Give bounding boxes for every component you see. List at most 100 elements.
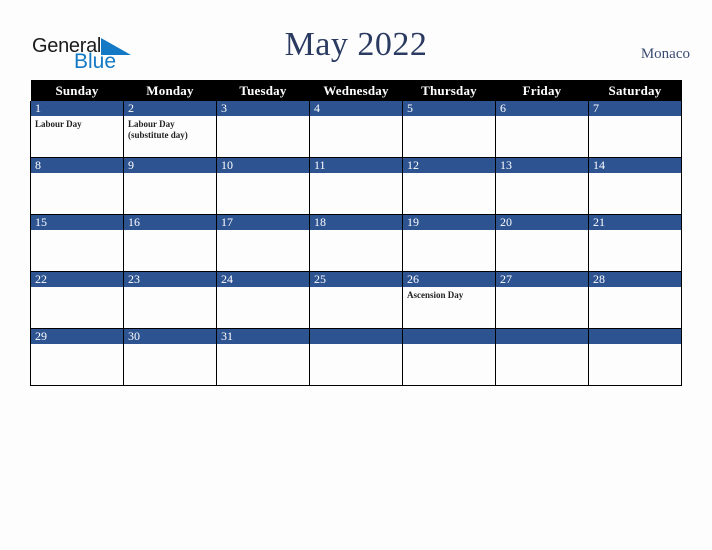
calendar-day-cell[interactable]: 11: [309, 157, 403, 215]
weekday-header-monday: Monday: [123, 80, 217, 101]
calendar-day-cell[interactable]: 29: [30, 328, 124, 386]
calendar-week-row: 1 Labour Day 2 Labour Day (substitute day) 3 4…: [30, 101, 682, 158]
day-events: Labour Day (substitute day): [124, 116, 216, 141]
day-cell-inner: 17: [217, 215, 309, 271]
day-number: 5: [403, 101, 495, 116]
day-events: Ascension Day: [403, 287, 495, 301]
day-number: 18: [310, 215, 402, 230]
calendar-day-cell[interactable]: 30: [123, 328, 217, 386]
calendar-day-cell[interactable]: 9: [123, 157, 217, 215]
day-cell-inner: 28: [589, 272, 681, 328]
day-number: 6: [496, 101, 588, 116]
day-number: 27: [496, 272, 588, 287]
calendar-day-cell[interactable]: 12: [402, 157, 496, 215]
day-number: 12: [403, 158, 495, 173]
calendar-day-cell[interactable]: [309, 328, 403, 386]
calendar-day-cell[interactable]: 22: [30, 271, 124, 329]
weekday-header-tuesday: Tuesday: [216, 80, 310, 101]
day-cell-inner: 27: [496, 272, 588, 328]
event-label: Labour Day: [35, 119, 82, 129]
calendar-day-cell[interactable]: 17: [216, 214, 310, 272]
calendar-day-cell[interactable]: 1 Labour Day: [30, 101, 124, 158]
day-number: 29: [31, 329, 123, 344]
day-number: 2: [124, 101, 216, 116]
day-cell-inner: 8: [31, 158, 123, 214]
page-title: May 2022: [284, 26, 428, 63]
day-number: 7: [589, 101, 681, 116]
day-cell-inner: 6: [496, 101, 588, 157]
day-events: Labour Day: [31, 116, 123, 130]
calendar-day-cell[interactable]: 8: [30, 157, 124, 215]
day-number: 19: [403, 215, 495, 230]
day-number: 26: [403, 272, 495, 287]
calendar-day-cell[interactable]: 2 Labour Day (substitute day): [123, 101, 217, 158]
day-cell-inner: 1 Labour Day: [31, 101, 123, 157]
day-cell-inner: 25: [310, 272, 402, 328]
day-cell-inner: 15: [31, 215, 123, 271]
day-number: 8: [31, 158, 123, 173]
event-label: (substitute day): [128, 130, 188, 140]
day-cell-inner: 19: [403, 215, 495, 271]
calendar-day-cell[interactable]: 10: [216, 157, 310, 215]
day-cell-inner: [403, 329, 495, 385]
calendar-day-cell[interactable]: 13: [495, 157, 589, 215]
day-number: 28: [589, 272, 681, 287]
calendar-day-cell[interactable]: [402, 328, 496, 386]
calendar-day-cell[interactable]: 15: [30, 214, 124, 272]
calendar-day-cell[interactable]: 21: [588, 214, 682, 272]
calendar-day-cell[interactable]: 28: [588, 271, 682, 329]
day-cell-inner: 4: [310, 101, 402, 157]
page-header: General Blue May 2022 Monaco: [0, 0, 712, 80]
calendar-day-cell[interactable]: 25: [309, 271, 403, 329]
day-number: 31: [217, 329, 309, 344]
day-cell-inner: 7: [589, 101, 681, 157]
day-cell-inner: 11: [310, 158, 402, 214]
calendar-day-cell[interactable]: 24: [216, 271, 310, 329]
day-cell-inner: 18: [310, 215, 402, 271]
day-number: 15: [31, 215, 123, 230]
calendar-page: General Blue May 2022 Monaco Sunday Mond…: [0, 0, 712, 550]
event-label: Ascension Day: [407, 290, 464, 300]
day-cell-inner: 5: [403, 101, 495, 157]
day-number: 24: [217, 272, 309, 287]
day-number: [496, 329, 588, 344]
weekday-header-sunday: Sunday: [30, 80, 124, 101]
calendar-day-cell[interactable]: 7: [588, 101, 682, 158]
day-cell-inner: 3: [217, 101, 309, 157]
day-cell-inner: 16: [124, 215, 216, 271]
calendar-day-cell[interactable]: 6: [495, 101, 589, 158]
calendar-day-cell[interactable]: 14: [588, 157, 682, 215]
calendar-day-cell[interactable]: [495, 328, 589, 386]
calendar-day-cell[interactable]: 27: [495, 271, 589, 329]
calendar-day-cell[interactable]: 23: [123, 271, 217, 329]
calendar-day-cell[interactable]: 31: [216, 328, 310, 386]
calendar-day-cell[interactable]: [588, 328, 682, 386]
calendar-week-row: 8 9 10 11 12 13 14: [30, 157, 682, 215]
day-number: 25: [310, 272, 402, 287]
calendar-day-cell[interactable]: 26 Ascension Day: [402, 271, 496, 329]
weekday-header-thursday: Thursday: [402, 80, 496, 101]
calendar-body: 1 Labour Day 2 Labour Day (substitute day) 3 4…: [30, 101, 682, 386]
day-cell-inner: 31: [217, 329, 309, 385]
calendar-day-cell[interactable]: 16: [123, 214, 217, 272]
calendar-day-cell[interactable]: 18: [309, 214, 403, 272]
calendar-week-row: 22 23 24 25 26 Ascension Day 27 28: [30, 271, 682, 329]
day-number: 16: [124, 215, 216, 230]
calendar-day-cell[interactable]: 5: [402, 101, 496, 158]
day-cell-inner: 20: [496, 215, 588, 271]
calendar-day-cell[interactable]: 19: [402, 214, 496, 272]
day-number: [310, 329, 402, 344]
day-cell-inner: [310, 329, 402, 385]
day-cell-inner: 26 Ascension Day: [403, 272, 495, 328]
calendar-day-cell[interactable]: 3: [216, 101, 310, 158]
day-number: 17: [217, 215, 309, 230]
day-cell-inner: 30: [124, 329, 216, 385]
day-number: 1: [31, 101, 123, 116]
calendar-header-row: Sunday Monday Tuesday Wednesday Thursday…: [30, 80, 682, 101]
calendar-day-cell[interactable]: 4: [309, 101, 403, 158]
calendar-day-cell[interactable]: 20: [495, 214, 589, 272]
day-cell-inner: 12: [403, 158, 495, 214]
calendar-grid: Sunday Monday Tuesday Wednesday Thursday…: [30, 80, 682, 386]
calendar-week-row: 29 30 31: [30, 328, 682, 386]
day-cell-inner: [496, 329, 588, 385]
